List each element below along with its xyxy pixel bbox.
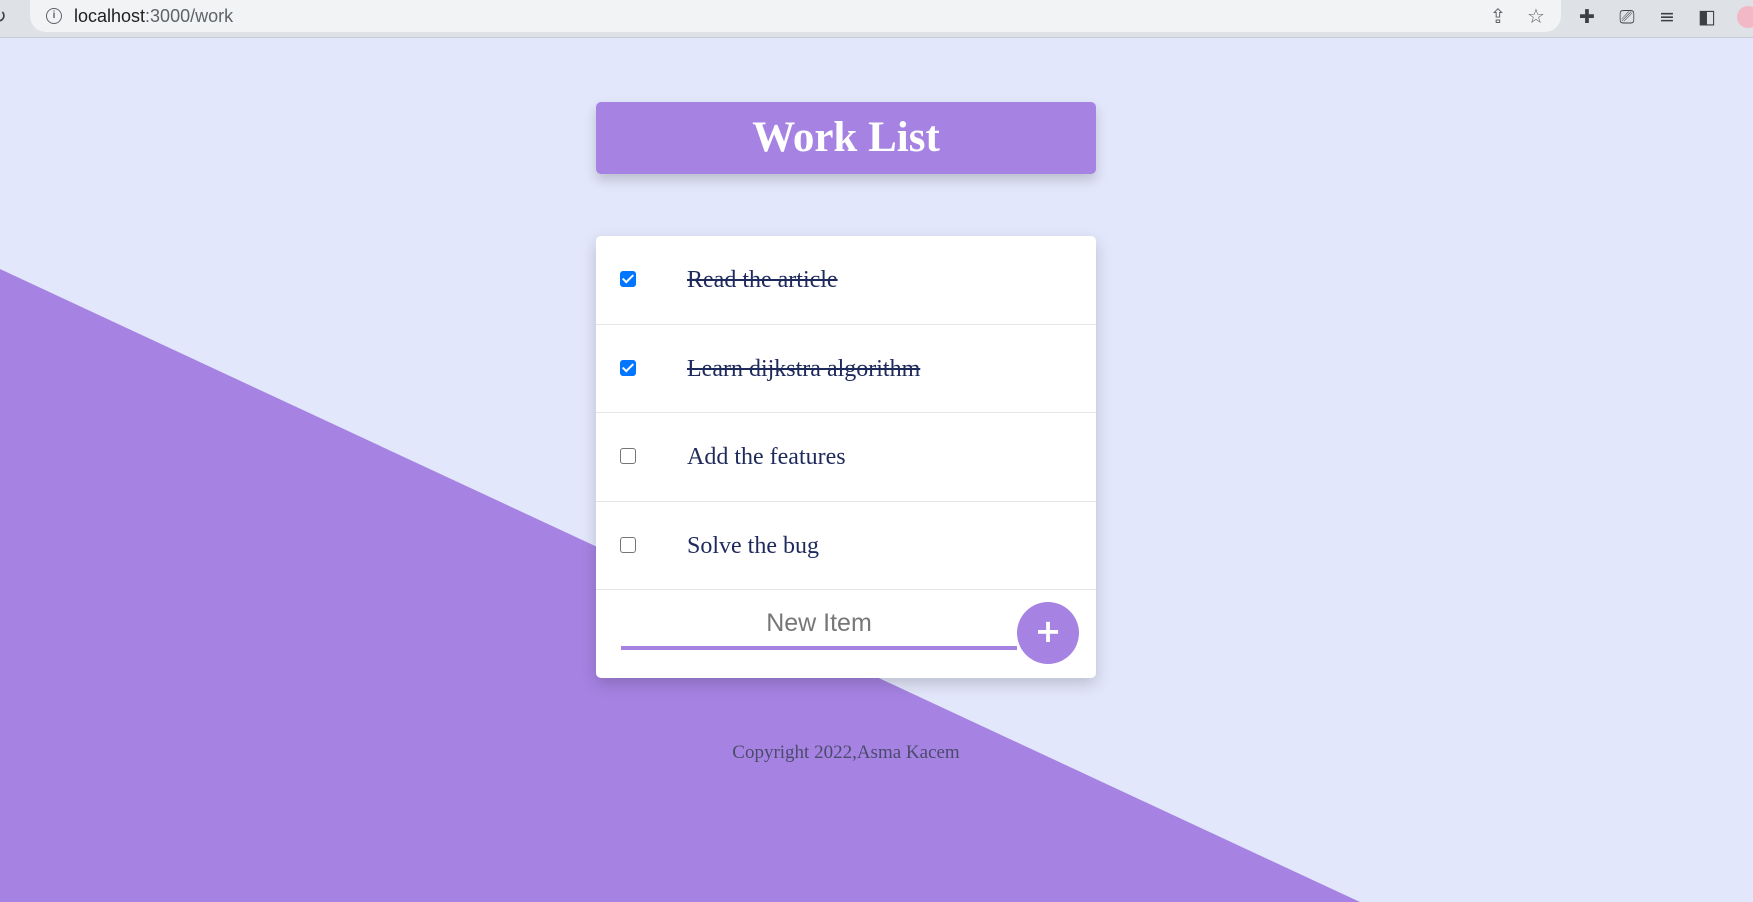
todo-card: Read the article Learn dijkstra algorith…	[596, 236, 1096, 678]
browser-toolbar: ↻ i localhost:3000/work ⇪ ☆ ✚ ⎚ ≡ ◧	[0, 0, 1753, 38]
item-label: Read the article	[687, 267, 838, 293]
add-item-button[interactable]: +	[1017, 602, 1079, 664]
new-item-input[interactable]	[621, 600, 1017, 650]
item-label: Add the features	[687, 444, 846, 470]
copyright-footer: Copyright 2022,Asma Kacem	[732, 742, 960, 763]
item-checkbox[interactable]	[620, 536, 636, 553]
page-title: Work List	[752, 114, 940, 161]
item-checkbox[interactable]	[620, 271, 636, 287]
item-checkbox[interactable]	[620, 359, 636, 376]
item-label: Solve the bug	[687, 532, 819, 559]
address-bar[interactable]: i localhost:3000/work ⇪ ☆	[30, 0, 1561, 32]
item-label: Learn dijkstra algorithm	[687, 355, 921, 382]
side-panel-icon[interactable]: ◧	[1694, 4, 1720, 30]
url-text[interactable]: localhost:3000/work	[74, 6, 233, 26]
profile-avatar[interactable]	[1737, 6, 1753, 28]
list-item: Learn dijkstra algorithm	[596, 325, 1096, 413]
url-host: localhost	[74, 6, 146, 26]
puzzle-icon[interactable]: ✚	[1574, 4, 1600, 30]
star-icon[interactable]: ☆	[1524, 4, 1548, 28]
list-item: Add the features	[596, 413, 1096, 502]
list-item: Solve the bug	[596, 502, 1096, 590]
url-path: :3000/work	[145, 6, 234, 26]
media-queue-icon[interactable]: ≡	[1654, 4, 1680, 30]
share-icon[interactable]: ⇪	[1486, 4, 1510, 28]
item-checkbox[interactable]	[620, 448, 636, 464]
list-item: Read the article	[596, 236, 1096, 325]
title-box: Work List	[596, 102, 1096, 174]
info-icon[interactable]: i	[46, 8, 62, 24]
cast-icon[interactable]: ⎚	[1614, 4, 1640, 30]
page: Work List Read the article Learn dijkstr…	[0, 38, 1753, 902]
reload-icon[interactable]: ↻	[0, 3, 10, 29]
